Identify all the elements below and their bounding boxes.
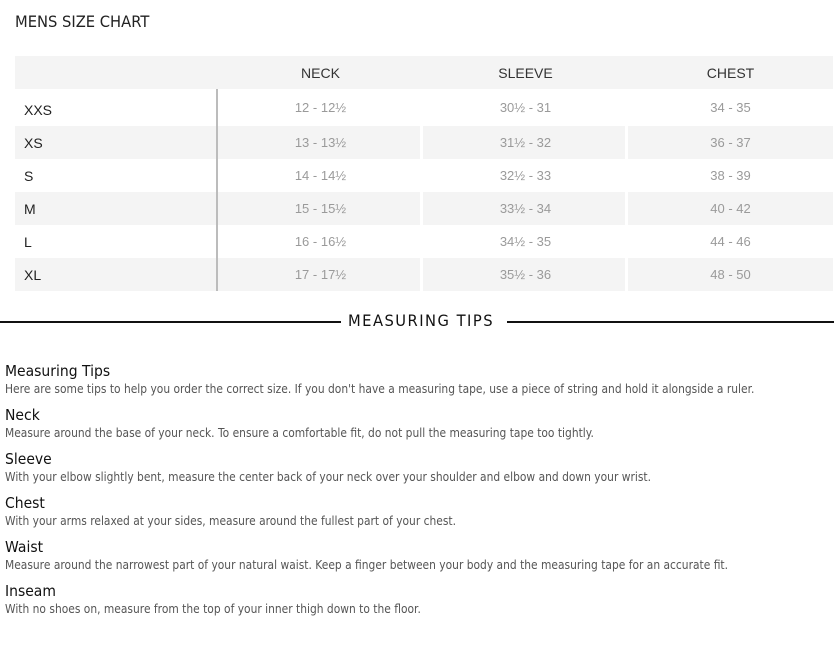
tip-title: Waist (5, 538, 44, 556)
divider-line-left (0, 321, 341, 323)
size-label: M (15, 192, 218, 225)
column-header-chest: CHEST (628, 56, 833, 89)
neck-value: 13 - 13½ (218, 126, 423, 159)
table-row: XS 13 - 13½ 31½ - 32 36 - 37 (15, 126, 833, 159)
table-header-row: NECK SLEEVE CHEST (15, 56, 833, 89)
chest-value: 36 - 37 (628, 126, 833, 159)
size-label: S (15, 159, 218, 192)
tip-measuring-tips: Measuring Tips Here are some tips to hel… (5, 362, 834, 397)
tip-title: Chest (5, 494, 45, 512)
tip-text: Here are some tips to help you order the… (5, 381, 755, 396)
chest-value: 40 - 42 (628, 192, 833, 225)
sleeve-value: 34½ - 35 (423, 225, 628, 258)
tip-title: Sleeve (5, 450, 52, 468)
tip-text: With your elbow slightly bent, measure t… (5, 469, 652, 484)
tip-text: Measure around the narrowest part of you… (5, 557, 729, 572)
sleeve-value: 30½ - 31 (423, 89, 628, 126)
tip-waist: Waist Measure around the narrowest part … (5, 538, 834, 573)
page-title: MENS SIZE CHART (15, 12, 150, 31)
tip-inseam: Inseam With no shoes on, measure from th… (5, 582, 834, 617)
size-label: XXS (15, 89, 218, 126)
size-label: XL (15, 258, 218, 291)
sleeve-value: 31½ - 32 (423, 126, 628, 159)
sleeve-value: 32½ - 33 (423, 159, 628, 192)
neck-value: 15 - 15½ (218, 192, 423, 225)
column-header-size (15, 56, 218, 89)
neck-value: 16 - 16½ (218, 225, 423, 258)
table-row: XXS 12 - 12½ 30½ - 31 34 - 35 (15, 89, 833, 126)
tip-title: Neck (5, 406, 40, 424)
measuring-tips-section: Measuring Tips Here are some tips to hel… (5, 362, 834, 626)
chest-value: 34 - 35 (628, 89, 833, 126)
tip-text: With no shoes on, measure from the top o… (5, 601, 421, 616)
measuring-tips-divider: MEASURING TIPS (0, 311, 834, 331)
size-label: XS (15, 126, 218, 159)
table-row: XL 17 - 17½ 35½ - 36 48 - 50 (15, 258, 833, 291)
tip-neck: Neck Measure around the base of your nec… (5, 406, 834, 441)
neck-value: 12 - 12½ (218, 89, 423, 126)
table-row: L 16 - 16½ 34½ - 35 44 - 46 (15, 225, 833, 258)
tip-chest: Chest With your arms relaxed at your sid… (5, 494, 834, 529)
tip-text: Measure around the base of your neck. To… (5, 425, 594, 440)
table-row: M 15 - 15½ 33½ - 34 40 - 42 (15, 192, 833, 225)
size-label: L (15, 225, 218, 258)
size-chart-table-container: NECK SLEEVE CHEST XXS 12 - 12½ 30½ - 31 … (15, 56, 833, 291)
neck-value: 14 - 14½ (218, 159, 423, 192)
tip-title: Inseam (5, 582, 56, 600)
column-header-sleeve: SLEEVE (423, 56, 628, 89)
neck-value: 17 - 17½ (218, 258, 423, 291)
tip-text: With your arms relaxed at your sides, me… (5, 513, 457, 528)
divider-label: MEASURING TIPS (348, 311, 495, 330)
size-chart-table: NECK SLEEVE CHEST XXS 12 - 12½ 30½ - 31 … (15, 56, 833, 291)
tip-title: Measuring Tips (5, 362, 111, 380)
sleeve-value: 33½ - 34 (423, 192, 628, 225)
divider-line-right (507, 321, 834, 323)
table-row: S 14 - 14½ 32½ - 33 38 - 39 (15, 159, 833, 192)
tip-sleeve: Sleeve With your elbow slightly bent, me… (5, 450, 834, 485)
column-header-neck: NECK (218, 56, 423, 89)
chest-value: 44 - 46 (628, 225, 833, 258)
sleeve-value: 35½ - 36 (423, 258, 628, 291)
chest-value: 48 - 50 (628, 258, 833, 291)
chest-value: 38 - 39 (628, 159, 833, 192)
